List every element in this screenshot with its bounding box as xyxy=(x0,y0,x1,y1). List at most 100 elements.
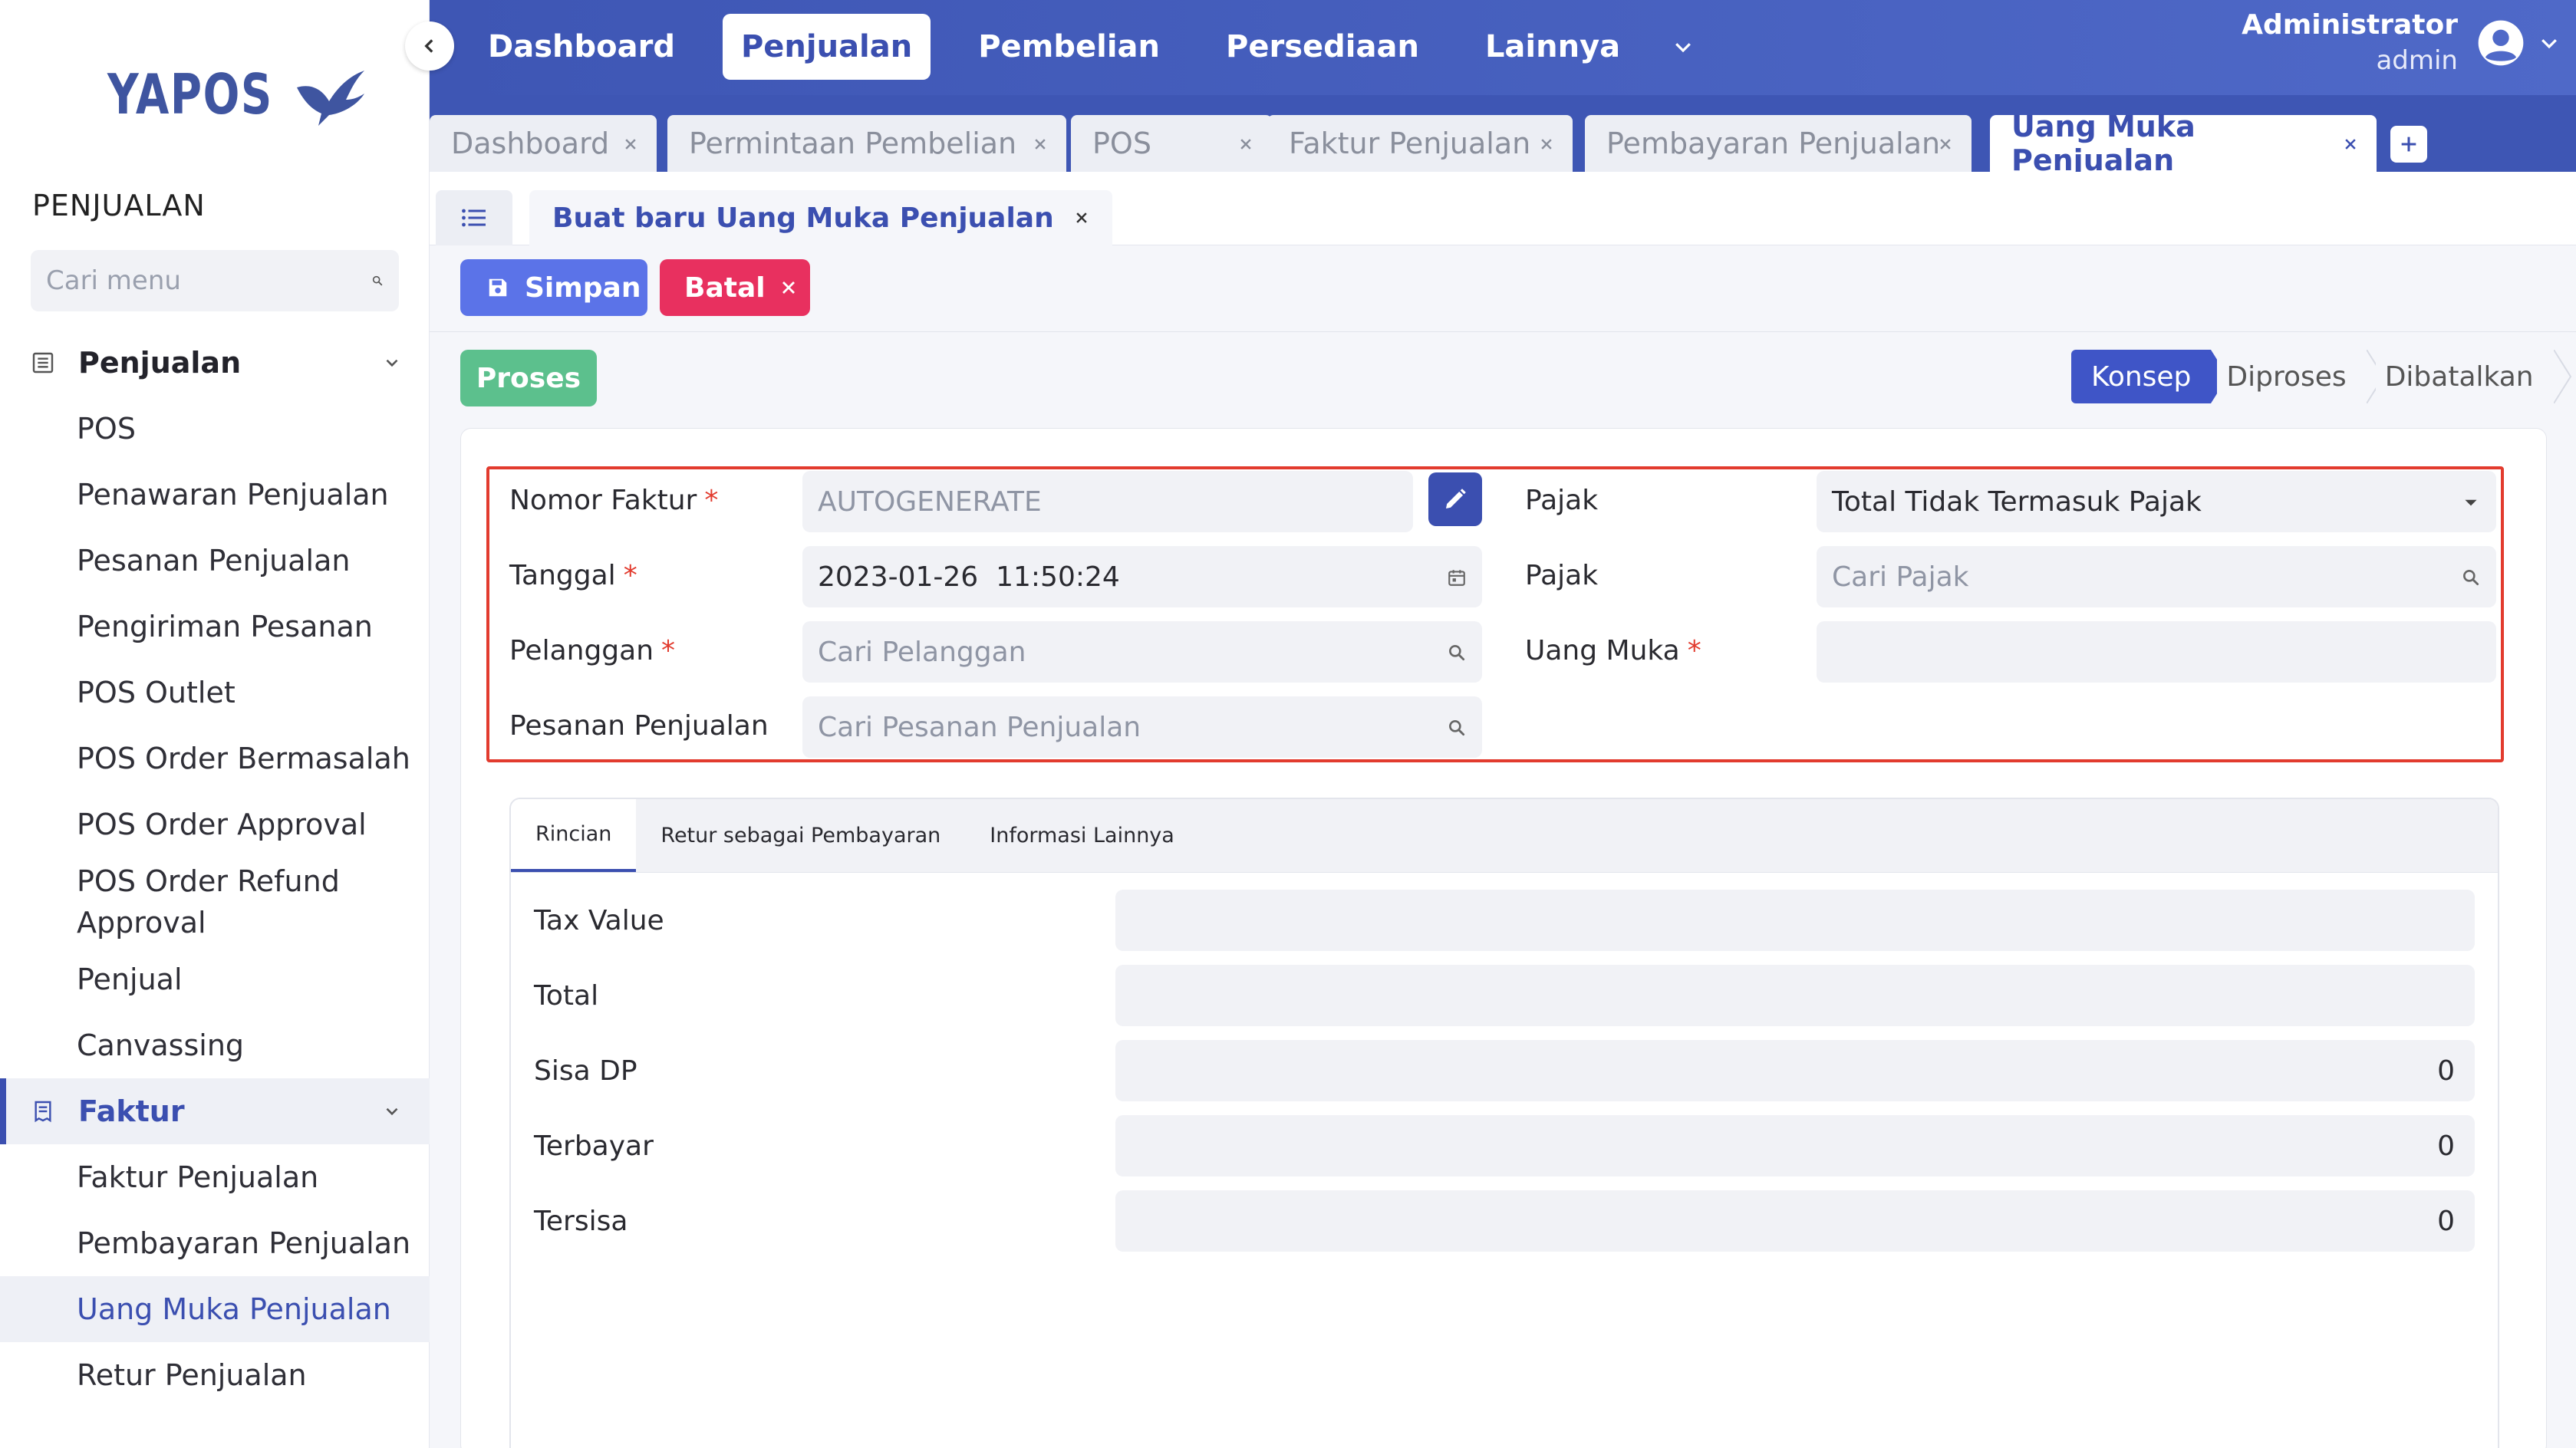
bird-logo-icon xyxy=(296,71,364,126)
search-icon[interactable] xyxy=(371,270,384,291)
pelanggan-placeholder: Cari Pelanggan xyxy=(818,636,1026,668)
add-tab-button[interactable] xyxy=(2390,126,2427,163)
close-icon[interactable] xyxy=(2343,137,2358,152)
detail-panel: Rincian Retur sebagai Pembayaran Informa… xyxy=(509,798,2499,1448)
sidebar-item-uang-muka-penjualan[interactable]: Uang Muka Penjualan xyxy=(0,1276,430,1342)
tab-rincian[interactable]: Rincian xyxy=(511,799,637,872)
save-icon xyxy=(489,278,507,297)
sidebar-item-penawaran-penjualan[interactable]: Penawaran Penjualan xyxy=(0,462,430,528)
caret-down-icon[interactable] xyxy=(2461,492,2481,512)
step-arrow-icon xyxy=(2553,350,2571,403)
terbayar-field[interactable]: 0 xyxy=(1115,1115,2475,1176)
chevron-down-icon[interactable] xyxy=(382,353,402,373)
save-label: Simpan xyxy=(525,272,641,304)
row-label-tax-value: Tax Value xyxy=(534,904,664,936)
required-mark: * xyxy=(1687,635,1701,666)
cancel-button[interactable]: Batal xyxy=(660,259,810,316)
doc-tab-label: Pembayaran Penjualan xyxy=(1606,127,1941,160)
doc-tab-dashboard[interactable]: Dashboard xyxy=(430,115,657,172)
close-icon[interactable] xyxy=(623,137,638,152)
nav-lainnya[interactable]: Lainnya xyxy=(1467,14,1639,80)
menu-search[interactable] xyxy=(31,250,399,311)
nav-more-button[interactable] xyxy=(1668,14,1698,80)
avatar-icon[interactable] xyxy=(2476,18,2525,67)
menu-search-input[interactable] xyxy=(46,265,371,296)
pelanggan-search-field[interactable]: Cari Pelanggan xyxy=(802,621,1482,683)
sidebar-item-pembayaran-penjualan[interactable]: Pembayaran Penjualan xyxy=(0,1210,430,1276)
sidebar-item-pos-outlet[interactable]: POS Outlet xyxy=(0,660,430,726)
close-icon[interactable] xyxy=(1938,137,1953,152)
close-icon[interactable] xyxy=(1074,210,1089,225)
total-field[interactable] xyxy=(1115,965,2475,1026)
sidebar-item-pengiriman-pesanan[interactable]: Pengiriman Pesanan xyxy=(0,594,430,660)
process-button[interactable]: Proses xyxy=(460,350,597,406)
tanggal-value: 2023-01-26 11:50:24 xyxy=(818,561,1120,593)
sidebar-item-pos-order-refund-approval[interactable]: POS Order Refund Approval xyxy=(0,857,353,946)
tab-retur-sebagai-pembayaran[interactable]: Retur sebagai Pembayaran xyxy=(636,799,965,872)
chevron-down-icon[interactable] xyxy=(2538,31,2561,54)
edit-nomor-button[interactable] xyxy=(1428,472,1482,526)
list-view-button[interactable] xyxy=(436,190,512,245)
nav-dashboard[interactable]: Dashboard xyxy=(469,14,693,80)
search-icon[interactable] xyxy=(2461,568,2481,587)
tanggal-field[interactable]: 2023-01-26 11:50:24 xyxy=(802,546,1482,607)
sisa-dp-field[interactable]: 0 xyxy=(1115,1040,2475,1101)
sub-tab-new-down-payment[interactable]: Buat baru Uang Muka Penjualan xyxy=(529,190,1112,245)
row-label-terbayar: Terbayar xyxy=(534,1130,654,1162)
status-step-label: Dibatalkan xyxy=(2384,360,2534,393)
label-text: Tanggal xyxy=(509,560,616,591)
pesanan-penjualan-search-field[interactable]: Cari Pesanan Penjualan xyxy=(802,696,1482,758)
nomor-faktur-value: AUTOGENERATE xyxy=(818,485,1042,518)
field-label-pajak: Pajak xyxy=(1525,560,1598,591)
nomor-faktur-field[interactable]: AUTOGENERATE xyxy=(802,471,1413,532)
search-icon[interactable] xyxy=(1447,643,1467,663)
doc-tab-pos[interactable]: POS xyxy=(1071,115,1272,172)
user-menu[interactable]: Administrator admin xyxy=(2242,9,2561,76)
calendar-icon[interactable] xyxy=(1447,568,1467,587)
sidebar-item-pos-order-approval[interactable]: POS Order Approval xyxy=(0,791,430,857)
field-label-pajak-type: Pajak xyxy=(1525,485,1598,516)
menu-group-penjualan[interactable]: Penjualan xyxy=(0,330,430,396)
close-icon[interactable] xyxy=(1539,137,1554,152)
field-label-uang-muka: Uang Muka * xyxy=(1525,635,1701,666)
status-step-konsep[interactable]: Konsep xyxy=(2071,350,2212,403)
tax-value-field[interactable] xyxy=(1115,890,2475,951)
pajak-search-field[interactable]: Cari Pajak xyxy=(1817,546,2496,607)
sidebar-item-penjual[interactable]: Penjual xyxy=(0,946,430,1012)
doc-tab-faktur-penjualan[interactable]: Faktur Penjualan xyxy=(1267,115,1573,172)
doc-tab-permintaan-pembelian[interactable]: Permintaan Pembelian xyxy=(667,115,1066,172)
nav-pembelian[interactable]: Pembelian xyxy=(960,14,1178,80)
menu-group-faktur[interactable]: Faktur xyxy=(0,1078,430,1144)
doc-tab-uang-muka-penjualan[interactable]: Uang Muka Penjualan xyxy=(1990,110,2377,177)
nav-penjualan[interactable]: Penjualan xyxy=(722,14,931,80)
status-step-label: Konsep xyxy=(2091,360,2192,393)
sidebar-item-pos-order-bermasalah[interactable]: POS Order Bermasalah xyxy=(0,726,430,791)
sidebar-item-pos[interactable]: POS xyxy=(0,396,430,462)
doc-tab-label: Faktur Penjualan xyxy=(1289,127,1531,160)
doc-tab-pembayaran-penjualan[interactable]: Pembayaran Penjualan xyxy=(1585,115,1972,172)
save-button[interactable]: Simpan xyxy=(460,259,647,316)
tersisa-field[interactable]: 0 xyxy=(1115,1190,2475,1252)
plus-icon xyxy=(2401,137,2416,152)
uang-muka-field[interactable] xyxy=(1817,621,2496,683)
status-step-dibatalkan[interactable]: Dibatalkan xyxy=(2375,350,2554,403)
tab-informasi-lainnya[interactable]: Informasi Lainnya xyxy=(965,799,1199,872)
chevron-down-icon[interactable] xyxy=(382,1101,402,1121)
sidebar: YAPOS PENJUALAN Penjualan POS Penawaran … xyxy=(0,0,430,1448)
status-step-diproses[interactable]: Diproses xyxy=(2217,350,2367,403)
menu-group-label: Faktur xyxy=(78,1094,185,1128)
search-icon[interactable] xyxy=(1447,718,1467,738)
close-icon[interactable] xyxy=(1238,137,1253,152)
sidebar-item-retur-penjualan[interactable]: Retur Penjualan xyxy=(0,1342,430,1408)
sidebar-item-canvassing[interactable]: Canvassing xyxy=(0,1012,430,1078)
app-logo[interactable]: YAPOS xyxy=(107,60,367,129)
label-text: Pelanggan xyxy=(509,635,654,666)
nav-persediaan[interactable]: Persediaan xyxy=(1207,14,1438,80)
pesanan-placeholder: Cari Pesanan Penjualan xyxy=(818,711,1141,743)
sidebar-item-pesanan-penjualan[interactable]: Pesanan Penjualan xyxy=(0,528,430,594)
close-icon[interactable] xyxy=(1033,137,1048,152)
pajak-type-select[interactable]: Total Tidak Termasuk Pajak xyxy=(1817,471,2496,532)
sidebar-item-faktur-penjualan[interactable]: Faktur Penjualan xyxy=(0,1144,430,1210)
doc-tab-label: POS xyxy=(1092,127,1151,160)
sidebar-collapse-button[interactable] xyxy=(405,21,454,71)
